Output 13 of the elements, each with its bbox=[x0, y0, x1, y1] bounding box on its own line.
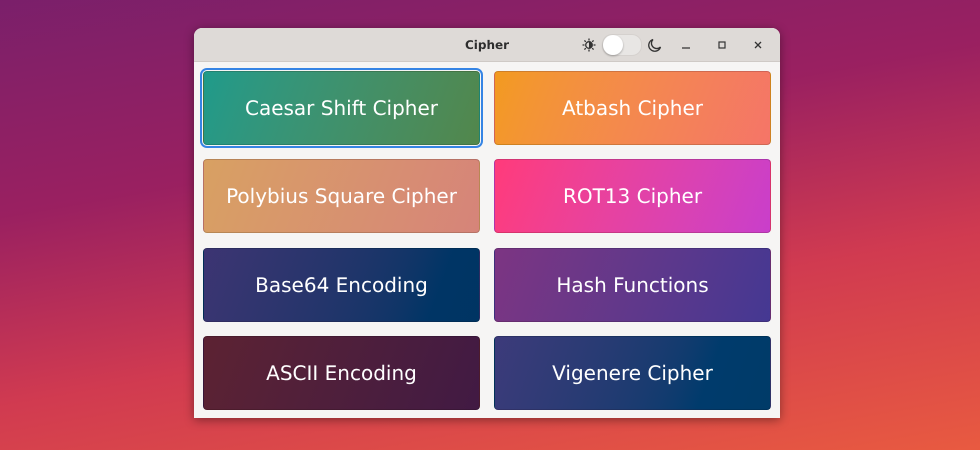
cipher-card-button[interactable]: ROT13 Cipher bbox=[494, 159, 771, 234]
cipher-card-button[interactable]: Caesar Shift Cipher bbox=[203, 71, 480, 145]
cipher-card-button[interactable]: Hash Functions bbox=[494, 248, 771, 322]
sun-icon bbox=[582, 38, 596, 52]
close-icon bbox=[753, 40, 763, 50]
theme-switch[interactable] bbox=[602, 34, 642, 56]
maximize-icon bbox=[717, 40, 727, 50]
minimize-icon bbox=[682, 46, 690, 48]
window-title: Cipher bbox=[464, 38, 510, 52]
cipher-card-button[interactable]: ASCII Encoding bbox=[203, 336, 480, 410]
cipher-card-button[interactable]: Vigenere Cipher bbox=[494, 336, 771, 410]
cipher-card-button[interactable]: Base64 Encoding bbox=[203, 248, 480, 322]
moon-icon bbox=[648, 38, 662, 52]
